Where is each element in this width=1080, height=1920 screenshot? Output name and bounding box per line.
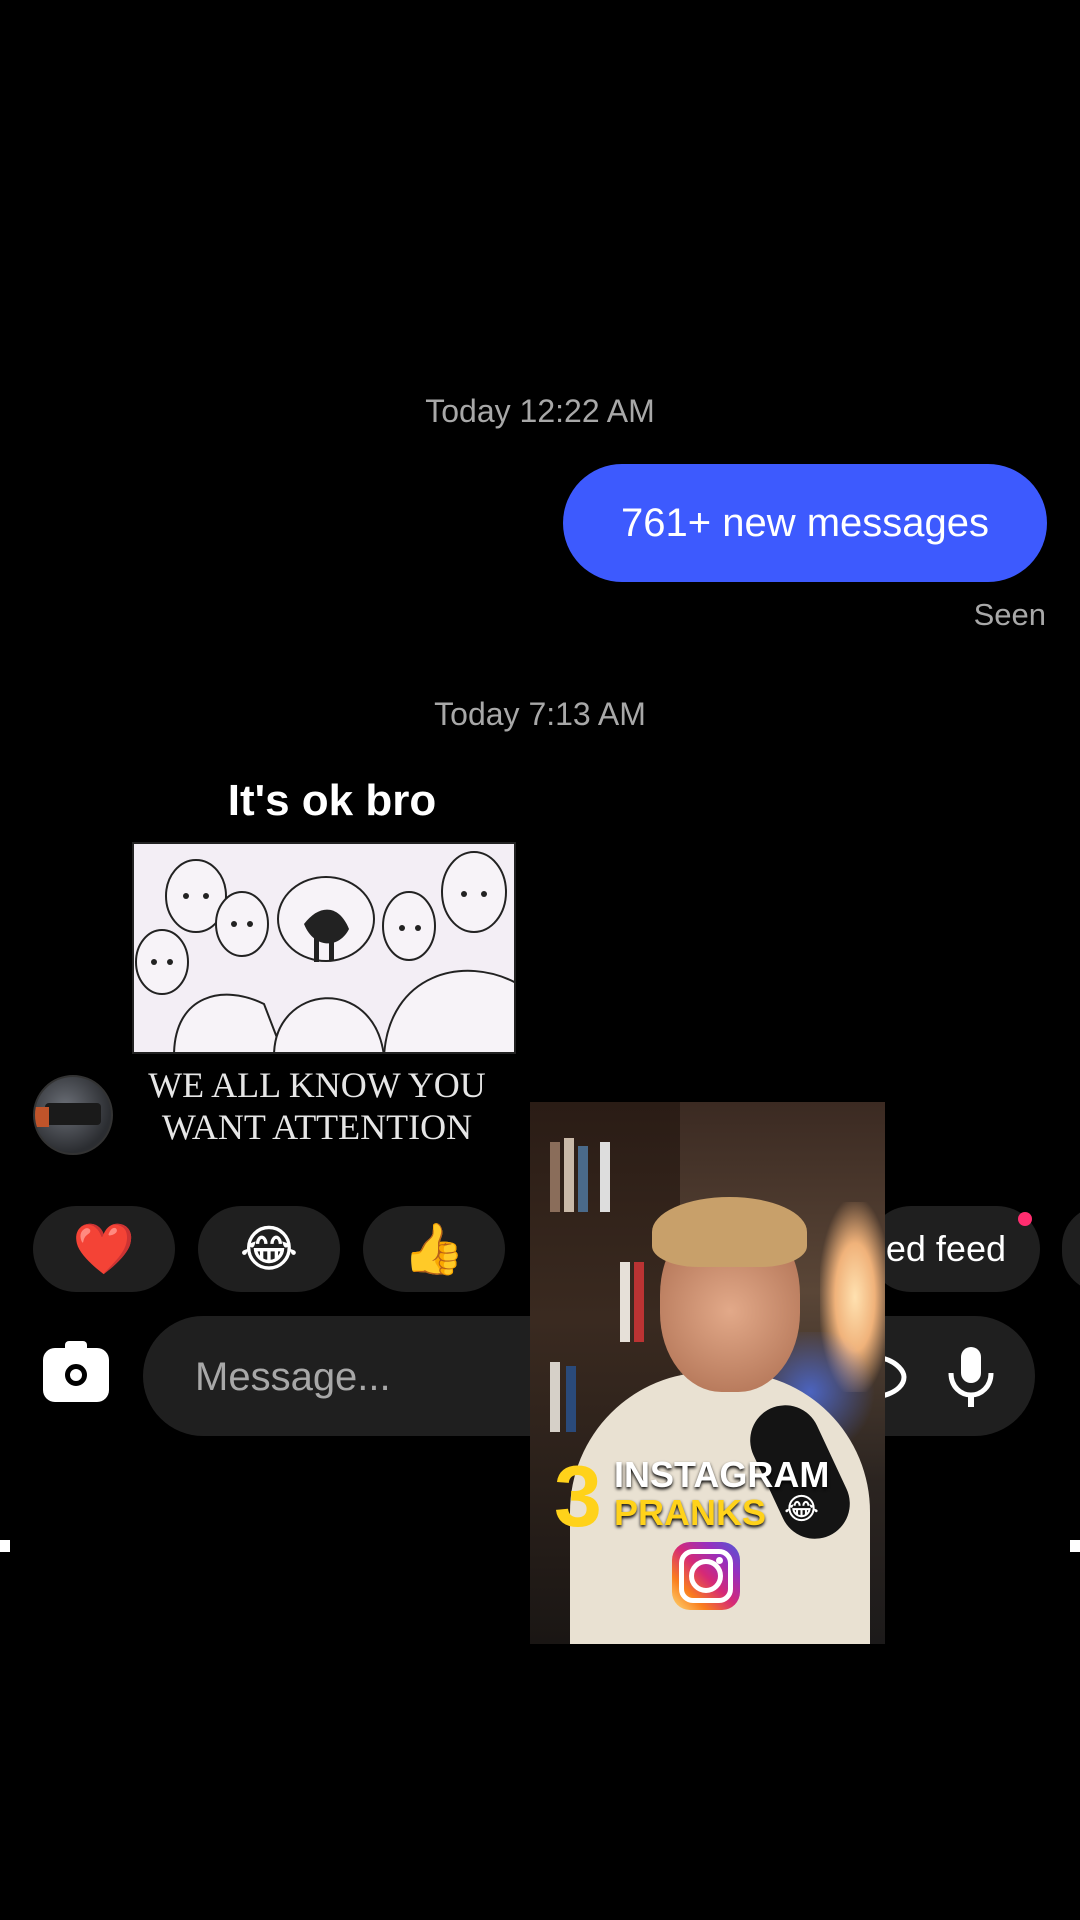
video-title-number: 3: [554, 1449, 602, 1545]
reaction-laugh-button[interactable]: 😂: [198, 1206, 340, 1292]
reaction-feed-label: ed feed: [885, 1228, 1006, 1269]
reaction-feed-button[interactable]: ed feed: [868, 1206, 1040, 1292]
instagram-logo-ring: [689, 1559, 723, 1593]
sent-message-text: 761+ new messages: [620, 500, 989, 545]
meme-caption-line-2: WANT ATTENTION: [161, 1107, 473, 1147]
reaction-next-button[interactable]: [1062, 1206, 1080, 1292]
video-overlay[interactable]: 3 INSTAGRAM PRANKS 😂: [530, 1102, 885, 1644]
instagram-logo-dot: [716, 1557, 723, 1564]
panel-corner-left: [0, 1540, 10, 1552]
sent-message-bubble[interactable]: 761+ new messages: [563, 464, 1047, 582]
camera-icon[interactable]: [43, 1341, 109, 1402]
panel-corner-right: [1070, 1540, 1080, 1552]
timestamp-1: Today 12:22 AM: [425, 393, 655, 429]
video-person-hair: [652, 1197, 807, 1267]
video-title-emoji: 😂: [784, 1493, 820, 1526]
timestamp-2: Today 7:13 AM: [434, 696, 646, 732]
avatar-detail-accent: [35, 1107, 49, 1127]
meme-drawing: [135, 851, 514, 1052]
thumbs-up-emoji-icon: 👍: [402, 1220, 466, 1277]
avatar-detail: [45, 1103, 101, 1125]
heart-emoji-icon: ❤️: [72, 1220, 136, 1277]
meme-caption-line-1: WE ALL KNOW YOU: [148, 1065, 486, 1105]
meme-caption-bottom: WE ALL KNOW YOU WANT ATTENTION: [132, 1064, 502, 1148]
reaction-heart-button[interactable]: ❤️: [33, 1206, 175, 1292]
video-title-line-2: PRANKS: [614, 1492, 767, 1533]
laugh-emoji-icon: 😂: [239, 1221, 299, 1277]
camera-icon-bump: [65, 1341, 87, 1351]
video-title-line-1: INSTAGRAM: [614, 1454, 830, 1495]
meme-caption-top: It's ok bro: [227, 776, 437, 825]
seen-status: Seen: [973, 597, 1046, 632]
notification-dot: [1018, 1212, 1032, 1226]
reaction-thumbs-up-button[interactable]: 👍: [363, 1206, 505, 1292]
camera-icon-lens: [65, 1364, 87, 1386]
mic-icon[interactable]: [945, 1345, 997, 1409]
meme-image[interactable]: [132, 842, 516, 1054]
instagram-logo-icon: [672, 1542, 740, 1610]
sender-avatar[interactable]: [33, 1075, 113, 1155]
